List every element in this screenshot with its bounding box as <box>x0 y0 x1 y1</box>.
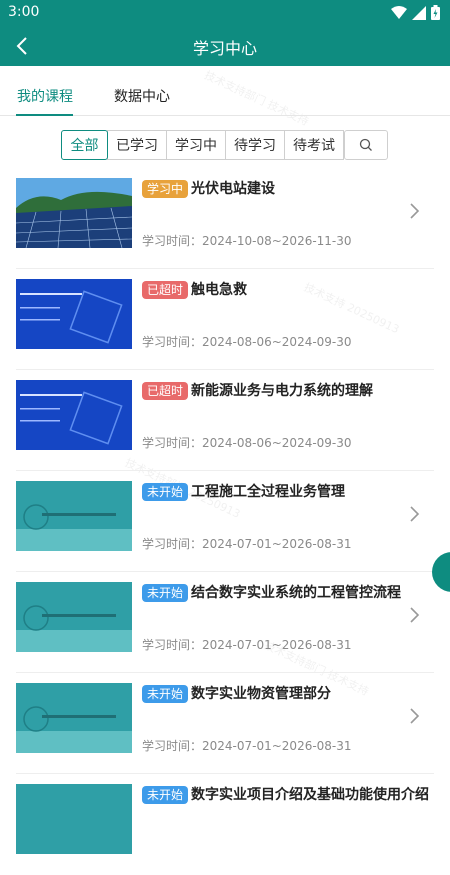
course-title: 新能源业务与电力系统的理解 <box>191 383 373 399</box>
course-item[interactable]: 未开始 数字实业项目介绍及基础功能使用介绍 <box>0 774 450 875</box>
study-time: 学习时间：2024-08-06~2024-09-30 <box>142 335 352 349</box>
wifi-icon <box>391 5 407 19</box>
course-title: 触电急救 <box>191 282 247 298</box>
study-time: 学习时间：2024-07-01~2026-08-31 <box>142 638 352 652</box>
course-thumbnail <box>16 279 132 349</box>
filter-to-exam[interactable]: 待考试 <box>284 130 344 160</box>
course-thumbnail <box>16 582 132 652</box>
course-title: 结合数字实业系统的工程管控流程 <box>191 585 401 601</box>
chevron-right-icon[interactable] <box>408 202 420 220</box>
chevron-right-icon[interactable] <box>408 707 420 725</box>
study-time: 学习时间：2024-10-08~2026-11-30 <box>142 234 352 248</box>
course-item[interactable]: 未开始 工程施工全过程业务管理 学习时间：2024-07-01~2026-08-… <box>0 471 450 572</box>
tab-data-center[interactable]: 数据中心 <box>114 86 170 106</box>
active-tab-indicator <box>16 114 73 116</box>
search-button[interactable] <box>344 130 388 160</box>
tab-my-courses[interactable]: 我的课程 <box>17 86 73 106</box>
tab-bar: 我的课程 数据中心 <box>0 78 450 116</box>
status-icons <box>391 5 440 20</box>
course-title: 工程施工全过程业务管理 <box>191 484 345 500</box>
filter-learning[interactable]: 学习中 <box>166 130 226 160</box>
app-bar: 学习中心 <box>0 26 450 66</box>
study-time: 学习时间：2024-08-06~2024-09-30 <box>142 436 352 450</box>
status-badge: 已超时 <box>142 281 189 299</box>
status-badge: 学习中 <box>142 180 189 198</box>
filter-all[interactable]: 全部 <box>61 130 108 160</box>
chevron-right-icon[interactable] <box>408 606 420 624</box>
study-time: 学习时间：2024-07-01~2026-08-31 <box>142 739 352 753</box>
battery-icon <box>431 5 440 20</box>
course-thumbnail <box>16 784 132 854</box>
course-list: 学习中 光伏电站建设 学习时间：2024-10-08~2026-11-30 已超… <box>0 168 450 875</box>
search-icon <box>359 138 372 151</box>
status-badge: 未开始 <box>142 786 189 804</box>
course-item[interactable]: 学习中 光伏电站建设 学习时间：2024-10-08~2026-11-30 <box>0 168 450 269</box>
filter-learned[interactable]: 已学习 <box>107 130 167 160</box>
chevron-right-icon[interactable] <box>408 505 420 523</box>
course-item[interactable]: 已超时 新能源业务与电力系统的理解 学习时间：2024-08-06~2024-0… <box>0 370 450 471</box>
status-badge: 已超时 <box>142 382 189 400</box>
status-bar: 3:00 <box>0 0 450 26</box>
filter-bar: 全部 已学习 学习中 待学习 待考试 <box>61 130 388 162</box>
course-thumbnail <box>16 380 132 450</box>
status-badge: 未开始 <box>142 584 189 602</box>
page-title: 学习中心 <box>192 39 257 58</box>
course-title: 数字实业项目介绍及基础功能使用介绍 <box>191 787 429 803</box>
signal-icon <box>412 5 426 20</box>
course-thumbnail <box>16 683 132 753</box>
course-title: 光伏电站建设 <box>191 181 275 197</box>
filter-to-learn[interactable]: 待学习 <box>225 130 285 160</box>
course-thumbnail <box>16 481 132 551</box>
study-time: 学习时间：2024-07-01~2026-08-31 <box>142 537 352 551</box>
course-item[interactable]: 未开始 数字实业物资管理部分 学习时间：2024-07-01~2026-08-3… <box>0 673 450 774</box>
course-title: 数字实业物资管理部分 <box>191 686 331 702</box>
course-item[interactable]: 未开始 结合数字实业系统的工程管控流程 学习时间：2024-07-01~2026… <box>0 572 450 673</box>
status-badge: 未开始 <box>142 483 189 501</box>
course-item[interactable]: 已超时 触电急救 学习时间：2024-08-06~2024-09-30 <box>0 269 450 370</box>
course-thumbnail <box>16 178 132 248</box>
status-badge: 未开始 <box>142 685 189 703</box>
status-time: 3:00 <box>8 4 40 20</box>
